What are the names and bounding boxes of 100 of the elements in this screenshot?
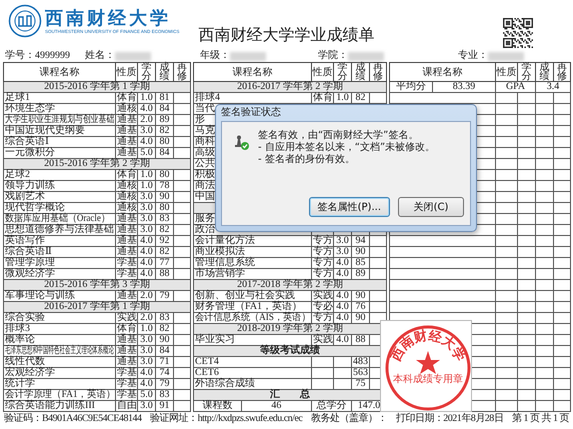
course-name: 军事理论与训练: [5, 291, 75, 301]
stamp-text: 西南财经大学: [388, 328, 468, 364]
course-name: 数据库应用基础（Oracle）: [5, 214, 110, 224]
course-type: 专方: [312, 246, 334, 258]
course-name: 公共: [195, 159, 215, 169]
column-header: 性质: [496, 62, 518, 82]
score: 80: [156, 136, 174, 148]
course-name: 排球3: [5, 324, 30, 334]
column-header: 性质: [312, 62, 334, 82]
footer-text: 打印日期：2021年8月28日: [396, 413, 504, 424]
credit: 2.0: [138, 312, 156, 324]
score: 483: [352, 356, 370, 368]
course-name: 足球2: [5, 170, 30, 180]
score: 77: [156, 258, 174, 268]
course-type: 专必: [312, 302, 334, 312]
course-type: 通基: [116, 346, 138, 356]
dialog-title: 签名验证状态: [221, 106, 281, 120]
credit: 4.0: [138, 258, 156, 268]
document-title: 西南财经大学学业成绩单: [198, 26, 374, 46]
course-name: 会计量化方法: [195, 236, 255, 246]
course-name: 会计信息系统（AIS，英语）: [195, 313, 311, 323]
credit: 4.0: [334, 302, 352, 312]
score: 82: [156, 224, 174, 236]
credit: 1.0: [138, 170, 156, 180]
course-type: 实践: [312, 290, 334, 302]
course-name: 宏观经济学: [5, 368, 55, 378]
footer-text: 验证码：B4901A46C9E54CE48144: [4, 413, 142, 424]
course-name: 微观经济学: [5, 269, 55, 279]
qr-code: [503, 18, 533, 48]
course-type: 通核: [116, 104, 138, 114]
course-type: 通核: [116, 202, 138, 214]
credit: 3.0: [138, 192, 156, 202]
course-name: 毕业实习: [195, 335, 235, 345]
score: 92: [156, 236, 174, 246]
section-heading: 2015-2016 学年第 2 学期: [4, 158, 190, 170]
course-name: 综合英语Ⅱ: [5, 247, 52, 257]
score: 90: [156, 334, 174, 346]
course-name: 综合实验: [5, 313, 45, 323]
course-name: 管理学原理: [5, 258, 55, 268]
course-type: 学基: [116, 258, 138, 268]
footer-text: 第 1 页 共 1 页: [512, 413, 569, 424]
column-header: 课程名称: [4, 62, 116, 82]
course-type: 通基: [116, 214, 138, 224]
course-name: 当代: [195, 104, 215, 114]
course-name: 商业模拟法: [195, 247, 245, 257]
credit: 4.0: [138, 246, 156, 258]
course-name: 英语写作: [5, 236, 45, 246]
course-type: 通基: [116, 136, 138, 148]
course-type: 学基: [116, 390, 138, 400]
score: 78: [156, 180, 174, 192]
section-heading: 2017-2018 学年第 2 学期: [194, 280, 386, 290]
credit: 4.0: [138, 136, 156, 148]
course-name: 中国近现代史纲要: [5, 126, 85, 136]
course-name: 综合英语Ⅰ: [5, 137, 49, 147]
credit: 4.0: [138, 236, 156, 246]
dialog-button[interactable]: 签名属性(P)...: [308, 197, 390, 217]
course-name: 毛泽东思想和中国特色社会主义理论体系概论: [5, 346, 114, 356]
course-name: 财务管理（FA1，英语）: [195, 302, 302, 312]
course-name: CET6: [195, 368, 219, 378]
score: 90: [352, 246, 370, 258]
score: 79: [156, 378, 174, 390]
status-message: 签名有效，由“西南财经大学”签名。: [258, 130, 418, 142]
course-name: 管理信息系统: [195, 258, 255, 268]
field-label: 学院：: [318, 50, 348, 62]
course-type: 通基: [116, 356, 138, 368]
course-type: 专方: [312, 236, 334, 246]
course-name: 中国: [195, 192, 215, 202]
course-name: 线性代数: [5, 357, 45, 367]
footer-text: 教务处（盖章）：: [311, 413, 388, 424]
course-type: 体育: [116, 170, 138, 180]
credit: 3.0: [138, 400, 156, 412]
summary-value: 46: [270, 401, 282, 411]
column-header: 再修: [554, 62, 570, 82]
course-type: 专方: [312, 258, 334, 268]
course-type: 实践: [116, 312, 138, 324]
score: 82: [156, 324, 174, 334]
university-name: 西南财经大学: [45, 8, 172, 28]
course-name: 领导力训练: [5, 181, 55, 191]
course-name: 市场营销学: [195, 269, 245, 279]
summary-value: 83.39: [452, 82, 476, 92]
credit: 2.0: [138, 114, 156, 126]
score: 83: [156, 390, 174, 400]
score: 90: [156, 192, 174, 202]
section-heading: 2016-2017 学年第 2 学期: [194, 82, 386, 92]
dialog-button[interactable]: 关闭(C): [398, 197, 464, 217]
credit: 3.0: [138, 126, 156, 136]
field-label: 专业：: [458, 50, 488, 62]
summary-label: 平均分: [390, 82, 433, 92]
score: 94: [352, 236, 370, 246]
course-name: 排球4: [195, 93, 220, 103]
credit: 3.0: [138, 224, 156, 236]
course-name: 思想道德修养与法律基础: [5, 225, 114, 235]
course-name: 积极: [195, 170, 215, 180]
course-name: 概率论: [5, 335, 35, 345]
field-label: 学号：: [5, 50, 35, 62]
score: 80: [156, 170, 174, 180]
course-name: 足球1: [5, 93, 30, 103]
summary-label: GPA: [496, 82, 536, 92]
credit: 3.0: [138, 202, 156, 214]
credit: 1.0: [138, 92, 156, 104]
